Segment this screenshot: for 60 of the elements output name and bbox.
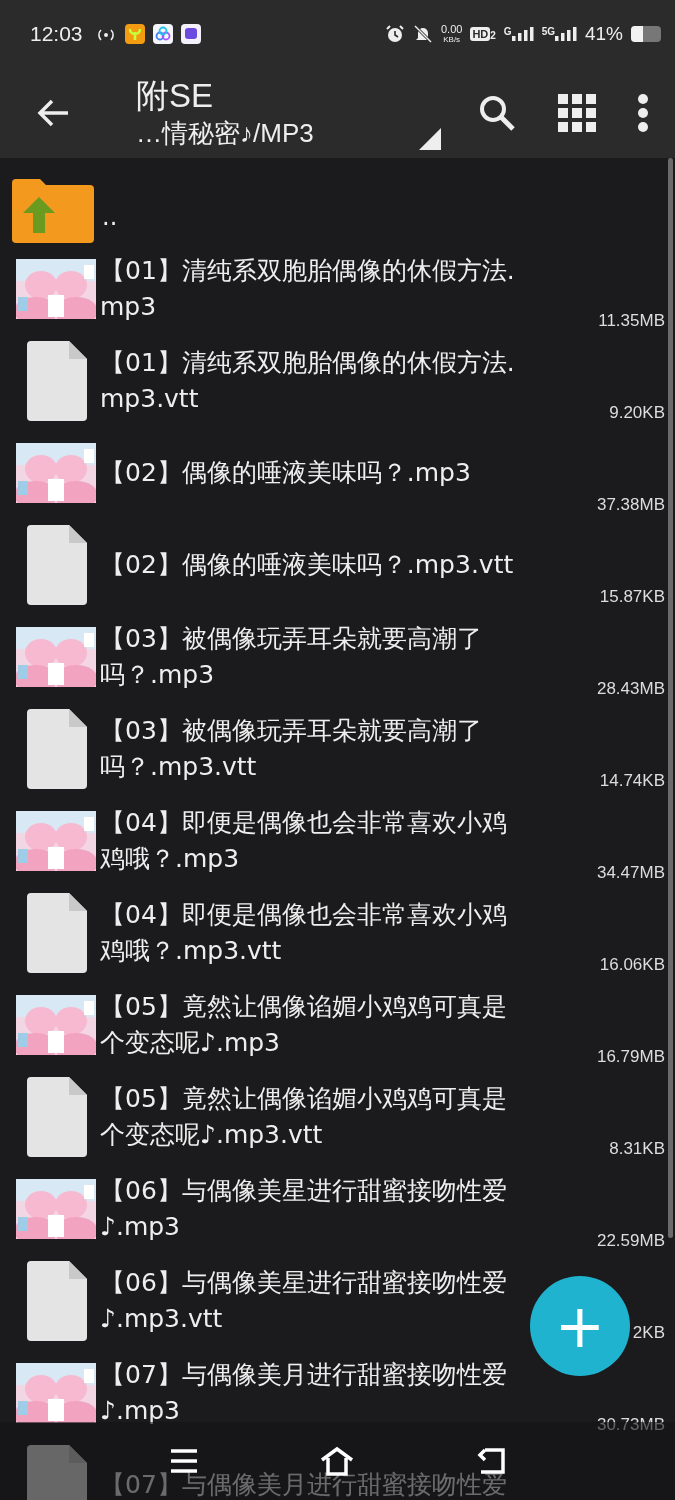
file-name: 【06】与偶像美星进行甜蜜接吻性爱♪.mp3 — [100, 1175, 508, 1243]
hd-badge: HD — [470, 27, 491, 41]
file-name: 【02】偶像的唾液美味吗？.mp3.vtt — [100, 549, 515, 581]
file-size: 28.43MB — [595, 679, 666, 699]
battery-icon — [631, 26, 661, 42]
alarm-icon — [384, 24, 405, 44]
mute-bell-icon — [412, 24, 433, 44]
file-name: 【07】与偶像美月进行甜蜜接吻性爱♪.mp3 — [100, 1359, 508, 1427]
file-size: 16.79MB — [595, 1047, 666, 1067]
file-size: 30.73MB — [595, 1415, 666, 1435]
document-icon — [27, 1077, 87, 1157]
app-icon — [180, 24, 201, 44]
menu-icon[interactable] — [168, 1448, 199, 1474]
back-arrow-icon — [36, 98, 70, 128]
file-name: 【06】与偶像美星进行甜蜜接吻性爱♪.mp3.vtt — [100, 1267, 508, 1335]
file-size: 34.47MB — [595, 863, 666, 883]
file-size: 22.59MB — [595, 1231, 666, 1251]
file-name: 【02】偶像的唾液美味吗？.mp3 — [100, 457, 472, 489]
file-name: 【04】即便是偶像也会非常喜欢小鸡鸡哦？.mp3 — [100, 807, 508, 875]
app-icon — [152, 24, 173, 44]
file-size: 2KB — [631, 1323, 666, 1343]
file-size: 16.06KB — [598, 955, 666, 975]
status-time: 12:03 — [30, 22, 83, 46]
file-name: 【01】清纯系双胞胎偶像的休假方法.mp3 — [100, 255, 516, 323]
path-dropdown[interactable]: …情秘密♪/MP3 — [136, 116, 419, 150]
network-type: G — [503, 27, 512, 37]
file-size: 37.38MB — [595, 495, 666, 515]
more-icon — [637, 93, 649, 133]
folder-title: 附SE — [136, 76, 215, 116]
file-name: 【05】竟然让偶像谄媚小鸡鸡可真是个变态呢♪.mp3.vtt — [100, 1083, 508, 1151]
signal-icon — [511, 27, 534, 41]
document-icon — [27, 341, 87, 421]
hd-sub: 2 — [490, 30, 496, 41]
net-speed: 0.00 — [440, 24, 463, 35]
app-icon — [124, 24, 145, 44]
grid-icon — [557, 93, 597, 133]
search-icon — [477, 93, 517, 133]
parent-folder-label: .. — [102, 203, 118, 231]
net-speed-unit: KB/s — [443, 35, 461, 44]
signal-icon — [554, 27, 577, 41]
file-name: 【07】与偶像美月进行甜蜜接吻性爱 — [100, 1469, 508, 1500]
file-size: 15.87KB — [598, 587, 666, 607]
file-size: 14.74KB — [598, 771, 666, 791]
parent-folder-row[interactable]: .. — [0, 158, 675, 243]
file-size: 9.20KB — [608, 403, 666, 423]
file-name: 【03】被偶像玩弄耳朵就要高潮了吗？.mp3 — [100, 623, 483, 691]
file-name: 【05】竟然让偶像谄媚小鸡鸡可真是个变态呢♪.mp3 — [100, 991, 508, 1059]
document-icon — [27, 893, 87, 973]
file-size: 8.31KB — [608, 1139, 666, 1159]
document-icon — [27, 525, 87, 605]
battery-percent: 41% — [584, 23, 623, 45]
folder-up-icon — [12, 177, 94, 243]
file-size: 11.35MB — [597, 311, 666, 331]
document-icon — [27, 709, 87, 789]
file-name: 【01】清纯系双胞胎偶像的休假方法.mp3.vtt — [100, 347, 516, 415]
network-type: 5G — [541, 27, 555, 37]
dropdown-corner-icon — [419, 128, 441, 150]
file-name: 【03】被偶像玩弄耳朵就要高潮了吗？.mp3.vtt — [100, 715, 483, 783]
file-name: 【04】即便是偶像也会非常喜欢小鸡鸡哦？.mp3.vtt — [100, 899, 508, 967]
document-icon — [27, 1261, 87, 1341]
